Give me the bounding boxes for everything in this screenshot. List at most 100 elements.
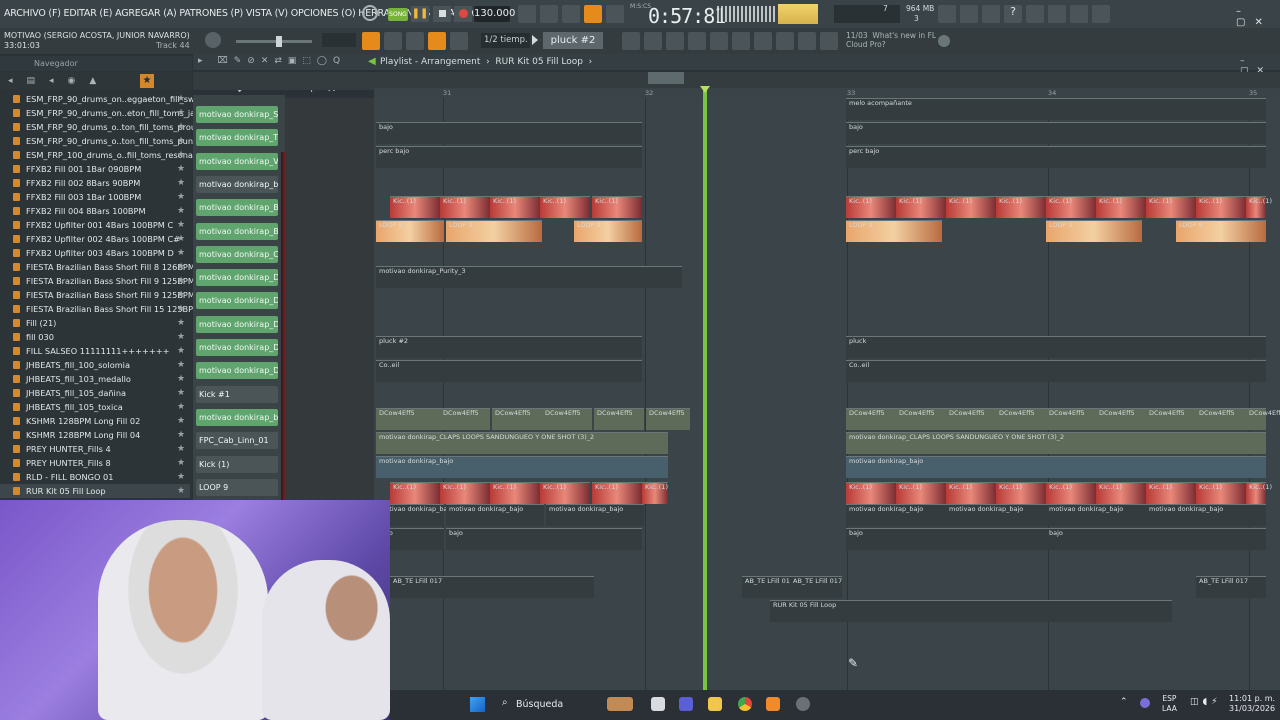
playlist-clip[interactable]: Kic..(1) <box>592 196 642 218</box>
star-icon[interactable]: ★ <box>177 176 185 190</box>
help-icon[interactable]: ? <box>1004 5 1022 23</box>
browser-item[interactable]: FIESTA Brazilian Bass Short Fill 15 125B… <box>0 302 200 316</box>
playlist-clip[interactable]: bajo <box>376 122 642 144</box>
playlist-clip[interactable]: DCow4Eff5 <box>846 408 896 430</box>
playlist-clip[interactable]: Kic..(1) <box>1046 196 1096 218</box>
playlist-clip[interactable]: Kic..(1) <box>440 196 490 218</box>
record-mode-icon[interactable] <box>362 5 378 21</box>
playlist-clip[interactable]: Kic..(1) <box>1046 482 1096 504</box>
playlist-clip[interactable]: Kic..(1) <box>896 482 946 504</box>
channel-button[interactable]: FPC_Cab_Linn_01 <box>196 432 278 450</box>
star-icon[interactable]: ★ <box>177 386 185 400</box>
playhead-marker[interactable] <box>700 86 710 93</box>
channel-button[interactable]: motivao donkirap_b.. <box>196 408 278 426</box>
star-icon[interactable]: ★ <box>177 442 185 456</box>
link-icon[interactable] <box>428 32 446 50</box>
playlist-clip[interactable]: DCow4Eff5 <box>1196 408 1246 430</box>
playlist-clip[interactable]: Kic..(1) <box>1146 482 1196 504</box>
browser-item[interactable]: ESM_FRP_90_drums_o..ton_fill_toms_punch ★ <box>0 134 203 148</box>
playlist-clip[interactable]: DCow4Eff5 <box>646 408 690 430</box>
playlist-clip[interactable]: motivao donkirap_bajo <box>376 456 668 478</box>
playlist-clip[interactable]: Kic..(1) <box>1096 482 1146 504</box>
playlist-clip[interactable]: DCow4Eff5 <box>996 408 1046 430</box>
browser-item[interactable]: FFXB2 Fill 003 1Bar 100BPM ★ <box>0 190 190 204</box>
star-icon[interactable]: ★ <box>177 470 185 484</box>
star-icon[interactable]: ★ <box>177 162 185 176</box>
playlist-clip[interactable]: DCow4Eff5 <box>1046 408 1096 430</box>
playlist-clip[interactable]: DCow4Eff5 <box>492 408 542 430</box>
browser-item[interactable]: FIESTA Brazilian Bass Short Fill 9 125BP… <box>0 288 195 302</box>
playlist-clip[interactable]: Kic..(1) <box>1196 196 1246 218</box>
playlist-clip[interactable]: pluck #2 <box>376 336 642 358</box>
star-icon[interactable]: ★ <box>177 400 185 414</box>
star-icon[interactable]: ★ <box>177 302 185 316</box>
playlist-clip[interactable]: motivao donkirap_CLAPS LOOPS SANDUNGUEO … <box>846 432 1266 454</box>
channel-button[interactable]: motivao donkirap_D.. <box>196 315 278 333</box>
star-icon[interactable]: ★ <box>177 358 185 372</box>
star-icon[interactable]: ★ <box>177 148 185 162</box>
playlist-clip[interactable]: Kic..(1) <box>490 482 540 504</box>
channel-button[interactable]: Kick #1 <box>196 385 278 403</box>
tray-app-icon[interactable] <box>1140 698 1150 708</box>
task-view-icon[interactable] <box>651 697 665 711</box>
browser-item[interactable]: ESM_FRP_90_drums_on..eggaeton_fill_swing… <box>0 92 207 106</box>
browser-item[interactable]: PREY HUNTER_Fills 8 ★ <box>0 456 190 470</box>
tempo-display[interactable]: 130.000 <box>474 6 515 22</box>
channel-button[interactable]: motivao donkirap_D.. <box>196 362 278 380</box>
star-icon[interactable]: ★ <box>177 134 185 148</box>
browser-item[interactable]: FFXB2 Upfilter 003 4Bars 100BPM D ★ <box>0 246 190 260</box>
playlist-clip[interactable]: Kic..(1) <box>896 196 946 218</box>
taskbar-clock[interactable]: 11:01 p. m. 31/03/2026 <box>1229 694 1275 714</box>
project-icon[interactable] <box>732 32 750 50</box>
channel-button[interactable]: motivao donkirap_b.. <box>196 175 278 193</box>
window-controls[interactable]: –▢✕ <box>1236 6 1280 28</box>
channel-button[interactable]: motivao donkirap_S.. <box>196 106 278 123</box>
store-icon[interactable] <box>820 32 838 50</box>
playhead-line[interactable] <box>703 90 707 690</box>
playlist-clip[interactable]: motivao donkirap_bajo <box>1046 504 1146 526</box>
loop-record-icon[interactable] <box>606 5 624 23</box>
browser-icon[interactable] <box>710 32 728 50</box>
playlist-clip[interactable]: motivao donkirap_bajo <box>446 504 544 526</box>
playlist-clip[interactable]: DCow4Eff5 <box>376 408 440 430</box>
star-icon[interactable]: ★ <box>177 120 185 134</box>
star-icon[interactable]: ★ <box>177 106 185 120</box>
playlist-clip[interactable]: Kic..(1) <box>996 482 1046 504</box>
eq-icon[interactable] <box>688 32 706 50</box>
countdown-icon[interactable] <box>562 5 580 23</box>
channel-button[interactable]: motivao donkirap_V.. <box>196 152 278 170</box>
playlist-clip[interactable]: bajo <box>846 122 1266 144</box>
plugin-icon[interactable] <box>754 32 772 50</box>
stop-button[interactable] <box>433 6 451 22</box>
playlist-clip[interactable]: Kic..(1) <box>1246 196 1272 218</box>
playlist-clip[interactable]: perc bajo <box>846 146 1266 168</box>
record-button[interactable] <box>454 6 472 22</box>
playlist-tool-icons[interactable]: ▸ ⌧✎⊘✕⇄▣⬚◯Q <box>198 56 346 66</box>
playlist-clip[interactable]: DCow4Eff5 <box>542 408 592 430</box>
browser-item[interactable]: FFXB2 Fill 002 8Bars 90BPM ★ <box>0 176 190 190</box>
star-icon[interactable]: ★ <box>177 274 185 288</box>
language-indicator[interactable]: ESP LAA <box>1162 694 1177 714</box>
playlist-clip[interactable]: AB_TE LFill 017 <box>790 576 842 598</box>
playlist-clip[interactable]: motivao donkirap_bajo <box>846 504 946 526</box>
browser-item[interactable]: FFXB2 Upfilter 001 4Bars 100BPM C ★ <box>0 218 190 232</box>
browser-item[interactable]: KSHMR 128BPM Long Fill 02 ★ <box>0 414 190 428</box>
star-icon[interactable]: ★ <box>177 456 185 470</box>
timeline-ruler[interactable] <box>374 88 1280 98</box>
playlist-clip[interactable]: LOOP 9 <box>574 220 642 242</box>
mixer-icon[interactable] <box>622 32 640 50</box>
teams-icon[interactable] <box>679 697 693 711</box>
star-icon[interactable]: ★ <box>177 232 185 246</box>
favorites-star-icon[interactable]: ★ <box>140 74 154 88</box>
playlist-clip[interactable]: Kic..(1) <box>996 196 1046 218</box>
playlist-clip[interactable]: RUR Kit 05 Fill Loop <box>770 600 1172 622</box>
browser-item[interactable]: ESM_FRP_100_drums_o..fill_toms_resonate ★ <box>0 148 201 162</box>
system-tray-icons[interactable]: ◫◖⚡ <box>1190 697 1222 707</box>
channel-button[interactable]: motivao donkirap_CL.. <box>196 245 278 263</box>
channel-button[interactable]: motivao donkirap_TS.. <box>196 129 278 147</box>
browser-item[interactable]: FIESTA Brazilian Bass Short Fill 9 125BP… <box>0 274 195 288</box>
star-icon[interactable]: ★ <box>177 218 185 232</box>
playlist-clip[interactable]: Kic..(1) <box>946 482 996 504</box>
tray-chevron-icon[interactable]: ⌃ <box>1120 697 1128 707</box>
browser-item[interactable]: JHBEATS_fill_105_toxica ★ <box>0 400 190 414</box>
